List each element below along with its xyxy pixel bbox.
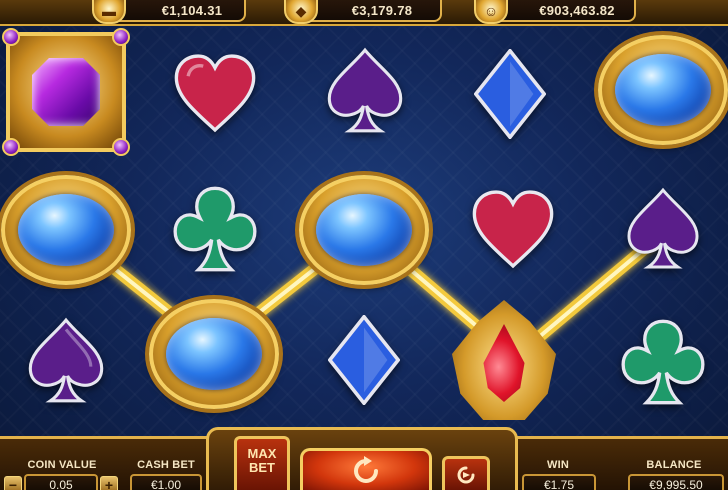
jackpot-jester-value: €903,463.82 — [539, 2, 615, 18]
club-icon — [173, 186, 257, 272]
jackpot-gold-value: €1,104.31 — [161, 2, 223, 18]
jackpot-jester: €903,463.82 — [490, 0, 636, 22]
jackpot-diamond-value: €3,179.78 — [351, 2, 413, 18]
max-bet-label-1: MAX — [247, 446, 277, 461]
reel-2-row-3 — [148, 294, 280, 414]
diamond-suit-icon — [474, 49, 546, 139]
reel-3-row-3 — [326, 314, 402, 406]
reel-3-row-2 — [298, 170, 430, 290]
reel-1-row-2 — [0, 170, 132, 290]
blue-sapphire-icon — [299, 175, 429, 285]
cash-bet-field: €1.00 — [130, 474, 202, 490]
reel-5-row-3 — [620, 316, 706, 408]
spade-icon — [327, 47, 403, 133]
jackpot-diamond: €3,179.78 — [300, 0, 442, 22]
club-icon — [621, 319, 705, 405]
coin-value-field: 0.05 — [24, 474, 98, 490]
jackpot-bar: €1,104.31 ▬ €3,179.78 ◆ €903,463.82 ☺ — [0, 0, 728, 26]
reel-5-row-1 — [598, 30, 728, 150]
max-bet-label-2: BET — [249, 460, 275, 475]
coin-value-label: COIN VALUE — [27, 459, 97, 471]
spin-arrow-icon — [354, 455, 378, 483]
heart-icon — [472, 190, 554, 269]
autoplay-icon — [457, 466, 475, 483]
gold-bars-icon: ▬ — [92, 0, 126, 24]
win-label: WIN — [547, 459, 569, 471]
heart-icon — [174, 54, 256, 133]
slot-game: €1,104.31 ▬ €3,179.78 ◆ €903,463.82 ☺ CO… — [0, 0, 728, 490]
reel-1-row-1 — [2, 28, 130, 156]
max-bet-button[interactable]: MAX BET — [234, 436, 290, 490]
blue-sapphire-icon — [1, 175, 131, 285]
reel-3-row-1 — [322, 44, 408, 140]
spade-icon — [627, 187, 699, 269]
diamond-icon: ◆ — [284, 0, 318, 24]
reel-4-row-3 — [448, 298, 560, 422]
win-field: €1.75 — [522, 474, 596, 490]
reel-2-row-1 — [172, 48, 258, 138]
reel-4-row-1 — [472, 48, 548, 140]
spin-button[interactable] — [300, 448, 432, 490]
coin-value-increase-button[interactable]: + — [100, 476, 118, 490]
blue-sapphire-icon — [598, 35, 728, 145]
jester-icon: ☺ — [474, 0, 508, 24]
reel-5-row-2 — [624, 182, 702, 278]
coin-value-decrease-button[interactable]: − — [4, 476, 22, 490]
ruby-icon — [452, 300, 556, 420]
diamond-suit-icon — [328, 315, 400, 405]
balance-field: €9,995.50 — [628, 474, 724, 490]
autoplay-button[interactable] — [442, 456, 490, 490]
blue-sapphire-icon — [149, 299, 279, 409]
spade-icon — [28, 317, 104, 403]
balance-label: BALANCE — [646, 459, 702, 471]
amethyst-icon — [2, 28, 130, 156]
cash-bet-label: CASH BET — [137, 459, 195, 471]
reel-area — [0, 26, 728, 436]
reel-2-row-2 — [172, 184, 258, 274]
reel-4-row-2 — [470, 184, 556, 274]
reel-1-row-3 — [24, 314, 108, 410]
